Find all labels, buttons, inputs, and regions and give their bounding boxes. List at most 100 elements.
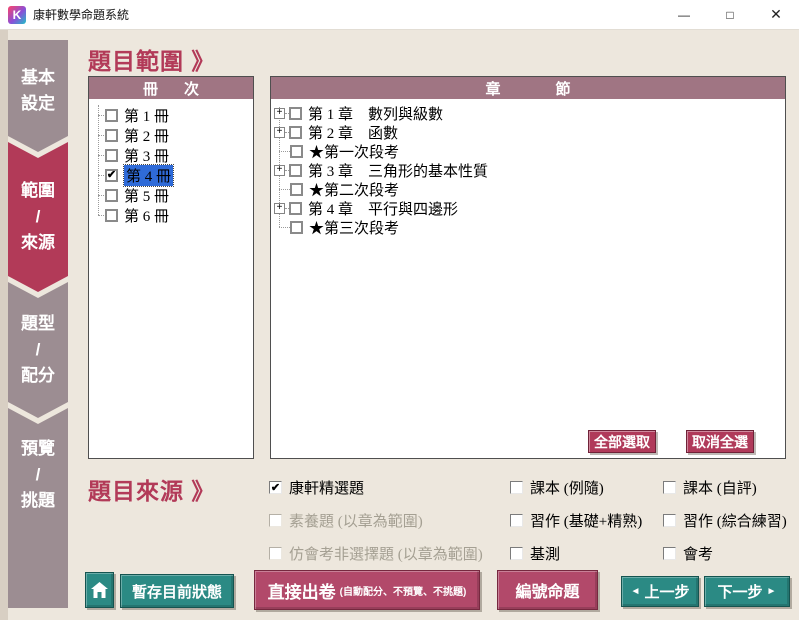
app-logo-icon: K — [8, 6, 26, 24]
window-controls: — □ ✕ — [661, 0, 799, 30]
volume-row[interactable]: 第 1 冊 — [89, 105, 169, 125]
source-option-label: 素養題 (以章為範圍) — [289, 510, 423, 531]
range-section-title: 題目範圍 》 — [88, 42, 215, 76]
right-arrow-icon: ► — [767, 587, 777, 597]
source-option-textbook-example[interactable]: 課本 (例隨) — [510, 477, 604, 497]
exam-row[interactable]: ★第一次段考 — [271, 142, 399, 161]
volume-checkbox[interactable] — [105, 149, 118, 162]
exam-label: ★第一次段考 — [309, 141, 399, 162]
volume-row[interactable]: 第 3 冊 — [89, 145, 169, 165]
volume-row[interactable]: 第 5 冊 — [89, 185, 169, 205]
volume-checkbox-checked[interactable]: ✔ — [105, 169, 118, 182]
left-arrow-icon: ◄ — [631, 587, 641, 597]
volume-checkbox[interactable] — [105, 209, 118, 222]
chapter-row[interactable]: + 第 4 章 平行與四邊形 — [271, 199, 458, 218]
expand-plus-icon[interactable]: + — [274, 165, 285, 176]
tree-stub — [279, 227, 290, 228]
source-option-label: 課本 (例隨) — [530, 477, 604, 498]
chapter-checkbox[interactable] — [289, 164, 302, 177]
exam-row[interactable]: ★第二次段考 — [271, 180, 399, 199]
volume-checkbox[interactable] — [105, 109, 118, 122]
home-icon — [91, 582, 108, 598]
source-option-literacy: 素養題 (以章為範圍) — [269, 510, 423, 530]
checkbox[interactable] — [663, 481, 676, 494]
titlebar: K 康軒數學命題系統 — □ ✕ — [0, 0, 799, 30]
minimize-button[interactable]: — — [661, 0, 707, 30]
volume-panel: 冊 次 第 1 冊 第 2 冊 第 3 冊 ✔ 第 — [88, 76, 254, 459]
numbered-question-button[interactable]: 編號命題 — [497, 570, 598, 610]
tab-basic-settings[interactable]: 基本 設定 — [8, 40, 68, 152]
source-option-basic-test[interactable]: 基測 — [510, 543, 560, 563]
source-option-textbook-selfeval[interactable]: 課本 (自評) — [663, 477, 757, 497]
direct-output-button[interactable]: 直接出卷 (自動配分、不預覽、不挑題) — [254, 570, 480, 610]
chapter-checkbox[interactable] — [289, 107, 302, 120]
expand-plus-icon[interactable]: + — [274, 203, 285, 214]
tree-stub — [98, 155, 104, 156]
tree-stub — [98, 215, 104, 216]
volume-checkbox[interactable] — [105, 189, 118, 202]
exam-checkbox[interactable] — [290, 145, 303, 158]
exam-label: ★第二次段考 — [309, 179, 399, 200]
chapter-label: 第 4 章 平行與四邊形 — [308, 198, 458, 219]
volume-label: 第 1 冊 — [124, 105, 169, 126]
source-section-title: 題目來源 》 — [88, 472, 215, 506]
source-option-mock-exam-nonchoice: 仿會考非選擇題 (以章為範圍) — [269, 543, 483, 563]
source-option-label: 習作 (綜合練習) — [683, 510, 787, 531]
exam-row[interactable]: ★第三次段考 — [271, 218, 399, 237]
checkbox[interactable] — [510, 547, 523, 560]
chapter-header-left: 章 — [485, 78, 500, 99]
chapter-row[interactable]: + 第 3 章 三角形的基本性質 — [271, 161, 488, 180]
deselect-all-button[interactable]: 取消全選 — [686, 430, 754, 453]
volume-header-right: 次 — [184, 78, 199, 99]
volume-header-left: 冊 — [143, 78, 158, 99]
volume-label: 第 3 冊 — [124, 145, 169, 166]
previous-step-button[interactable]: ◄ 上一步 — [621, 576, 699, 607]
source-option-label: 仿會考非選擇題 (以章為範圍) — [289, 543, 483, 564]
volume-row[interactable]: 第 6 冊 — [89, 205, 169, 225]
tree-stub — [98, 175, 104, 176]
direct-output-label: 直接出卷 — [268, 578, 336, 603]
source-option-label: 康軒精選題 — [289, 477, 364, 498]
chapter-panel-header: 章 節 — [271, 77, 785, 99]
checkbox[interactable] — [663, 514, 676, 527]
volume-list: 第 1 冊 第 2 冊 第 3 冊 ✔ 第 4 冊 第 5 冊 — [89, 99, 253, 458]
chapter-label: 第 1 章 數列與級數 — [308, 103, 443, 124]
chapter-checkbox[interactable] — [289, 126, 302, 139]
tree-stub — [279, 151, 290, 152]
tab-range-source[interactable]: 範圍 / 來源 — [8, 142, 68, 292]
expand-plus-icon[interactable]: + — [274, 108, 285, 119]
exam-checkbox[interactable] — [290, 183, 303, 196]
source-option-workbook-comprehensive[interactable]: 習作 (綜合練習) — [663, 510, 787, 530]
source-option-kanghsuan-selected[interactable]: ✔ 康軒精選題 — [269, 477, 364, 497]
checkbox[interactable] — [663, 547, 676, 560]
chapter-panel: 章 節 + 第 1 章 數列與級數 + 第 2 章 函數 ★第一次段考 — [270, 76, 786, 459]
select-all-button[interactable]: 全部選取 — [588, 430, 656, 453]
tree-stub — [279, 189, 290, 190]
source-option-workbook-basic[interactable]: 習作 (基礎+精熟) — [510, 510, 642, 530]
source-option-label: 基測 — [530, 543, 560, 564]
volume-row-selected[interactable]: ✔ 第 4 冊 — [89, 165, 173, 185]
checkbox-checked[interactable]: ✔ — [269, 481, 282, 494]
volume-label-selected: 第 4 冊 — [124, 165, 173, 186]
tree-stub — [98, 195, 104, 196]
tab-preview-pick[interactable]: 預覽 / 挑題 — [8, 408, 68, 608]
checkbox[interactable] — [510, 514, 523, 527]
tab-question-type-scoring[interactable]: 題型 / 配分 — [8, 282, 68, 418]
home-button[interactable] — [85, 572, 114, 608]
source-option-label: 習作 (基礎+精熟) — [530, 510, 642, 531]
volume-checkbox[interactable] — [105, 129, 118, 142]
chapter-row[interactable]: + 第 2 章 函數 — [271, 123, 398, 142]
maximize-button[interactable]: □ — [707, 0, 753, 30]
next-step-button[interactable]: 下一步 ► — [704, 576, 790, 607]
chapter-row[interactable]: + 第 1 章 數列與級數 — [271, 104, 443, 123]
sidebar-strip — [0, 30, 8, 620]
source-option-comprehensive-exam[interactable]: 會考 — [663, 543, 713, 563]
tree-stub — [98, 115, 104, 116]
chapter-checkbox[interactable] — [289, 202, 302, 215]
volume-row[interactable]: 第 2 冊 — [89, 125, 169, 145]
expand-plus-icon[interactable]: + — [274, 127, 285, 138]
save-current-state-button[interactable]: 暫存目前狀態 — [120, 574, 234, 608]
close-button[interactable]: ✕ — [753, 0, 799, 30]
exam-checkbox[interactable] — [290, 221, 303, 234]
checkbox[interactable] — [510, 481, 523, 494]
